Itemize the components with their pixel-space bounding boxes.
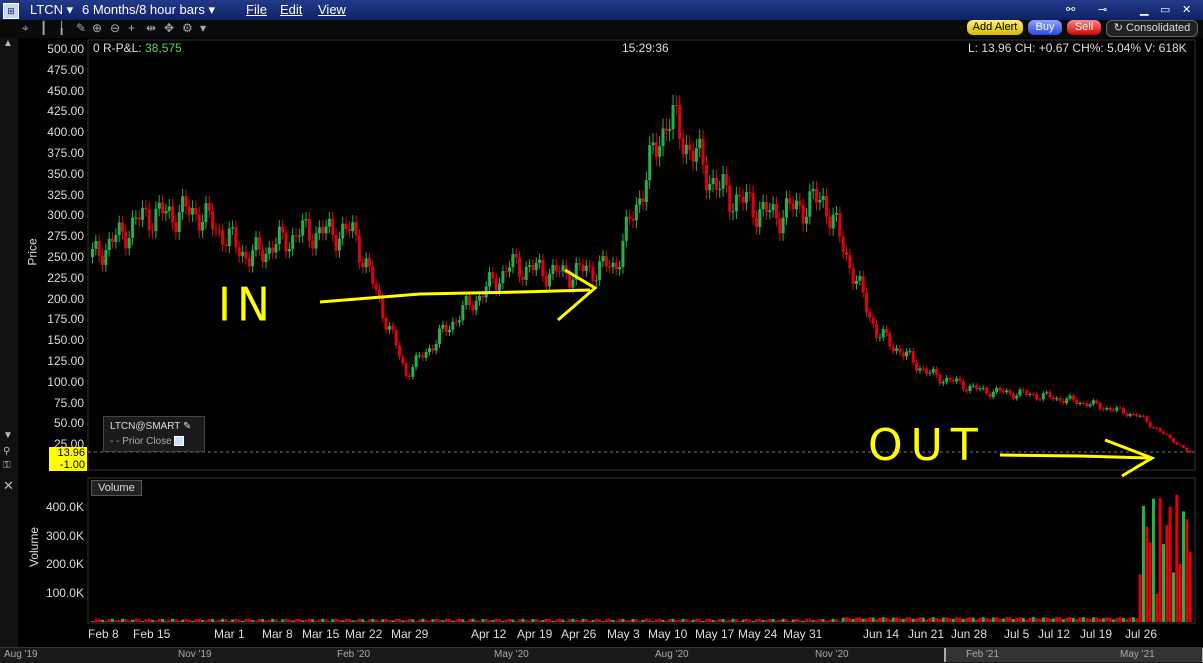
out-arrow [999, 453, 1151, 460]
in-arrowhead [557, 268, 598, 322]
in-arrow [319, 288, 591, 304]
annotation-overlay [319, 268, 1156, 478]
handwritten-in: IN [218, 278, 276, 333]
handwritten-out: OUT [868, 420, 986, 471]
